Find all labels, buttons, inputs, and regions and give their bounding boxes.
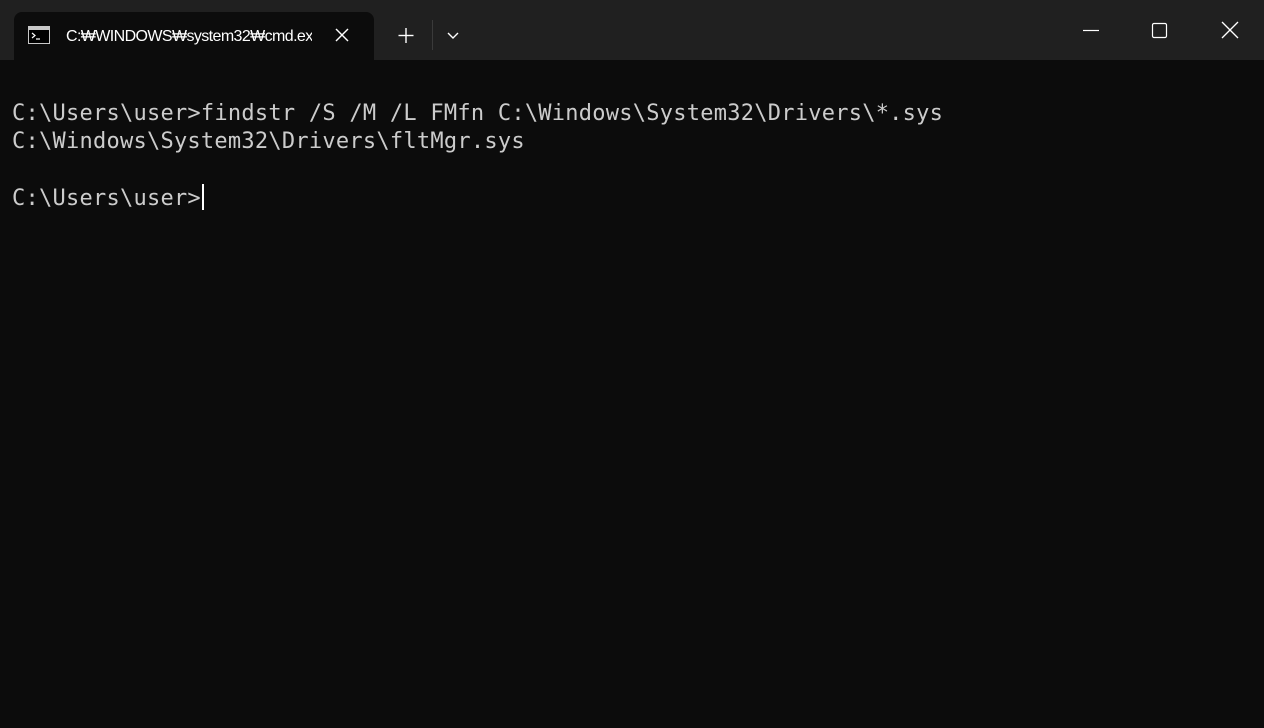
close-window-button[interactable]	[1196, 0, 1264, 60]
minimize-button[interactable]	[1058, 0, 1126, 60]
tab-divider	[432, 20, 433, 50]
terminal-line: C:\Users\user>findstr /S /M /L FMfn C:\W…	[12, 101, 944, 126]
tab-close-icon[interactable]	[332, 25, 352, 45]
cmd-icon	[28, 26, 50, 44]
tab-title: C:₩WINDOWS₩system32₩cmd.exe	[66, 28, 312, 45]
maximize-button[interactable]	[1126, 0, 1194, 60]
prompt-text: C:\Users\user>	[12, 186, 201, 211]
terminal-line: C:\Windows\System32\Drivers\fltMgr.sys	[12, 129, 525, 154]
prompt-line: C:\Users\user>	[12, 184, 204, 213]
new-tab-button[interactable]	[388, 18, 424, 54]
tab-cmd[interactable]: C:₩WINDOWS₩system32₩cmd.exe	[14, 12, 374, 60]
chevron-down-icon	[438, 32, 470, 58]
terminal-output[interactable]: C:\Users\user>findstr /S /M /L FMfn C:\W…	[0, 60, 1264, 728]
tab-dropdown-button[interactable]	[438, 18, 470, 54]
text-cursor	[201, 184, 204, 210]
terminal-window: C:₩WINDOWS₩system32₩cmd.exe C:\Users\use…	[0, 0, 1264, 728]
plus-icon	[388, 28, 424, 58]
title-bar: C:₩WINDOWS₩system32₩cmd.exe	[0, 0, 1264, 60]
